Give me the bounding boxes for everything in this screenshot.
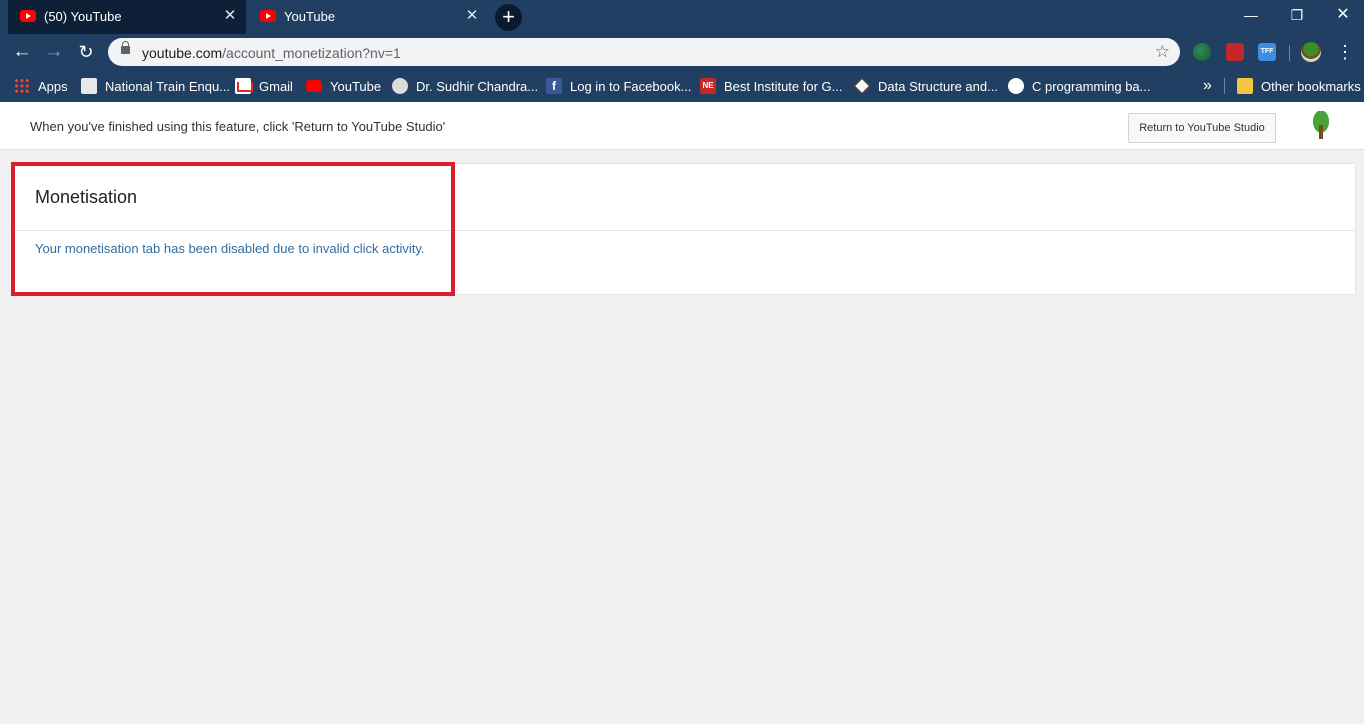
monetisation-card: Monetisation Your monetisation tab has b… — [12, 163, 1356, 295]
bookmark-c-programming[interactable]: C programming ba... — [1008, 77, 1151, 95]
bookmark-label: C programming ba... — [1032, 78, 1151, 94]
bookmarks-divider — [1224, 78, 1225, 94]
other-bookmarks[interactable]: Other bookmarks — [1237, 77, 1361, 95]
bookmarks-bar: Apps National Train Enqu... Gmail YouTub… — [0, 70, 1364, 102]
bookmark-national-train[interactable]: National Train Enqu... — [81, 77, 230, 95]
ne-icon: NE — [700, 78, 716, 94]
bookmark-gmail[interactable]: Gmail — [235, 77, 293, 95]
forward-button[interactable]: → — [41, 39, 67, 65]
bookmark-label: Dr. Sudhir Chandra... — [416, 78, 539, 94]
return-to-studio-button[interactable]: Return to YouTube Studio — [1128, 113, 1276, 143]
tab-title: (50) YouTube — [44, 9, 122, 24]
close-window-button[interactable]: ✕ — [1320, 0, 1364, 30]
extension-pdf-icon[interactable] — [1226, 43, 1244, 61]
bookmark-star-icon[interactable]: ☆ — [1155, 42, 1170, 62]
tab-youtube-notifications[interactable]: (50) YouTube ✕ — [8, 0, 246, 34]
tab-title: YouTube — [284, 9, 336, 24]
bookmark-label: Log in to Facebook... — [570, 78, 692, 94]
tab-strip: (50) YouTube ✕ YouTube ✕ + — ❐ ✕ — [0, 0, 1364, 34]
youtube-favicon-icon — [260, 10, 276, 22]
studio-info-bar: When you've finished using this feature,… — [0, 102, 1364, 150]
apps-grid-icon — [14, 78, 30, 94]
back-button[interactable]: ← — [9, 39, 35, 65]
profile-avatar-icon[interactable] — [1301, 42, 1321, 62]
bookmark-best-institute[interactable]: NE Best Institute for G... — [700, 77, 843, 95]
bookmark-label: Data Structure and... — [878, 78, 998, 94]
channel-avatar[interactable] — [1307, 111, 1335, 141]
monetisation-disabled-message: Your monetisation tab has been disabled … — [35, 241, 425, 256]
train-icon — [81, 78, 97, 94]
toolbar-divider — [1289, 45, 1290, 61]
card-divider — [13, 230, 1355, 231]
bookmark-label: YouTube — [330, 78, 382, 94]
ds-icon — [852, 76, 872, 96]
bookmarks-overflow-button[interactable]: » — [1203, 77, 1212, 95]
gmail-icon — [235, 78, 253, 94]
browser-toolbar: ← → ↻ youtube.com/account_monetization?n… — [0, 34, 1364, 70]
address-bar[interactable]: youtube.com/account_monetization?nv=1 ☆ — [108, 38, 1180, 66]
bookmark-label: National Train Enqu... — [105, 78, 231, 94]
url-domain: youtube.com — [142, 45, 223, 61]
folder-icon — [1237, 78, 1253, 94]
globe-icon — [1008, 78, 1024, 94]
bookmark-label: Apps — [38, 78, 68, 94]
card-title: Monetisation — [35, 187, 138, 207]
close-tab-icon[interactable]: ✕ — [464, 8, 480, 24]
bookmark-label: Gmail — [259, 78, 293, 94]
info-message: When you've finished using this feature,… — [30, 119, 446, 134]
youtube-favicon-icon — [20, 10, 36, 22]
extension-globe-icon[interactable] — [1193, 43, 1211, 61]
browser-menu-icon[interactable]: ⋮ — [1336, 41, 1354, 63]
reload-button[interactable]: ↻ — [73, 39, 99, 65]
bookmark-dr-sudhir[interactable]: Dr. Sudhir Chandra... — [392, 77, 538, 95]
tab-youtube[interactable]: YouTube ✕ — [248, 0, 488, 34]
lock-icon[interactable] — [121, 41, 130, 54]
extension-tff-icon[interactable]: TFF — [1258, 43, 1276, 61]
bookmark-label: Best Institute for G... — [724, 78, 843, 94]
youtube-icon — [306, 80, 322, 92]
url-text[interactable]: youtube.com/account_monetization?nv=1 — [142, 45, 401, 61]
bookmark-label: Other bookmarks — [1261, 78, 1361, 94]
minimize-button[interactable]: — — [1228, 0, 1274, 30]
url-path: /account_monetization?nv=1 — [222, 45, 401, 61]
bookmark-youtube[interactable]: YouTube — [306, 77, 381, 95]
bookmark-data-structure[interactable]: Data Structure and... — [852, 76, 998, 96]
new-tab-button[interactable]: + — [495, 4, 522, 31]
site-icon — [392, 78, 408, 94]
bookmark-apps[interactable]: Apps — [14, 77, 68, 95]
close-tab-icon[interactable]: ✕ — [222, 8, 238, 24]
bookmark-facebook[interactable]: f Log in to Facebook... — [546, 77, 691, 95]
facebook-icon: f — [546, 78, 562, 94]
restore-button[interactable]: ❐ — [1274, 0, 1320, 30]
